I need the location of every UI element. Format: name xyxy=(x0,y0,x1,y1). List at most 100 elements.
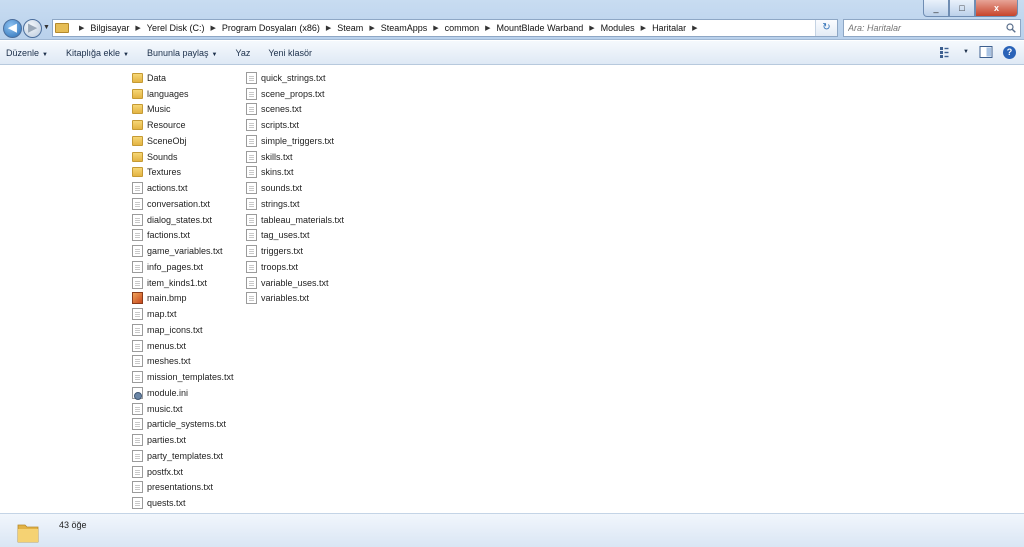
maximize-button[interactable]: □ xyxy=(949,0,975,17)
file-item[interactable]: main.bmp xyxy=(132,291,234,307)
breadcrumb-separator-icon[interactable]: ▶ xyxy=(641,24,646,32)
item-name: variables.txt xyxy=(261,293,310,304)
back-button[interactable]: ◀ xyxy=(3,19,22,38)
file-item[interactable]: variable_uses.txt xyxy=(246,275,344,291)
breadcrumb-separator-icon[interactable]: ▶ xyxy=(210,24,215,32)
item-name: mission_templates.txt xyxy=(147,372,234,383)
refresh-button[interactable]: ↻ xyxy=(815,20,837,36)
file-item[interactable]: factions.txt xyxy=(132,228,234,244)
preview-pane-icon[interactable] xyxy=(979,45,993,59)
breadcrumb-item[interactable]: common xyxy=(445,23,480,33)
file-item[interactable]: presentations.txt xyxy=(132,480,234,496)
breadcrumb-item[interactable]: Haritalar xyxy=(652,23,686,33)
new-folder-button[interactable]: Yeni klasör xyxy=(268,48,312,58)
file-item[interactable]: map.txt xyxy=(132,306,234,322)
text-file-icon xyxy=(132,497,143,510)
file-item[interactable]: item_kinds1.txt xyxy=(132,275,234,291)
file-list: Data languages Music Resource SceneObj Sounds… xyxy=(0,66,1024,513)
item-name: presentations.txt xyxy=(147,482,214,493)
text-file-icon xyxy=(132,339,143,352)
add-to-library-menu[interactable]: Kitaplığa ekle ▼ xyxy=(66,48,129,58)
search-icon[interactable] xyxy=(1006,23,1016,33)
file-item[interactable]: strings.txt xyxy=(246,196,344,212)
file-item[interactable]: info_pages.txt xyxy=(132,259,234,275)
file-item[interactable]: variables.txt xyxy=(246,291,344,307)
refresh-icon: ↻ xyxy=(822,22,831,33)
file-item[interactable]: parties.txt xyxy=(132,432,234,448)
search-input[interactable] xyxy=(848,23,998,33)
breadcrumb-separator-icon[interactable]: ▶ xyxy=(79,24,84,32)
breadcrumb-item[interactable]: SteamApps xyxy=(381,23,428,33)
breadcrumb-separator-icon[interactable]: ▶ xyxy=(589,24,594,32)
burn-button[interactable]: Yaz xyxy=(235,48,250,58)
file-item[interactable]: menus.txt xyxy=(132,338,234,354)
file-item[interactable]: sounds.txt xyxy=(246,180,344,196)
file-item[interactable]: tag_uses.txt xyxy=(246,228,344,244)
folder-item[interactable]: languages xyxy=(132,86,234,102)
file-item[interactable]: music.txt xyxy=(132,401,234,417)
file-item[interactable]: mission_templates.txt xyxy=(132,369,234,385)
recent-pages-dropdown[interactable]: ▼ xyxy=(43,24,50,31)
file-item[interactable]: conversation.txt xyxy=(132,196,234,212)
file-item[interactable]: simple_triggers.txt xyxy=(246,133,344,149)
breadcrumb-item[interactable]: Yerel Disk (C:) xyxy=(147,23,205,33)
help-icon[interactable]: ? xyxy=(1003,45,1016,59)
image-file-icon xyxy=(132,292,143,305)
file-item[interactable]: module.ini xyxy=(132,385,234,401)
breadcrumb-separator-icon[interactable]: ▶ xyxy=(135,24,140,32)
item-name: game_variables.txt xyxy=(147,246,223,257)
file-item[interactable]: scene_props.txt xyxy=(246,86,344,102)
file-item[interactable]: particle_systems.txt xyxy=(132,417,234,433)
file-item[interactable]: quests.txt xyxy=(132,495,234,511)
item-name: postfx.txt xyxy=(147,466,184,477)
address-bar[interactable]: ▶ Bilgisayar ▶ Yerel Disk (C:) ▶ Program Dosy… xyxy=(52,19,838,37)
breadcrumb-item[interactable]: Program Dosyaları (x86) xyxy=(222,23,320,33)
folder-item[interactable]: Resource xyxy=(132,117,234,133)
folder-item[interactable]: Textures xyxy=(132,165,234,181)
text-file-icon xyxy=(132,465,143,478)
file-item[interactable]: quick_strings.txt xyxy=(246,70,344,86)
file-column-2: quick_strings.txt scene_props.txt scenes.t… xyxy=(246,70,344,306)
file-item[interactable]: scripts.txt xyxy=(246,117,344,133)
breadcrumb-separator-icon[interactable]: ▶ xyxy=(326,24,331,32)
file-item[interactable]: actions.txt xyxy=(132,180,234,196)
organize-menu[interactable]: Düzenle ▼ xyxy=(6,48,48,58)
file-item[interactable]: skins.txt xyxy=(246,165,344,181)
command-bar: Düzenle ▼ Kitaplığa ekle ▼ Bununla paylaş ▼… xyxy=(0,41,1024,65)
breadcrumb-item[interactable]: Steam xyxy=(337,23,363,33)
file-item[interactable]: troops.txt xyxy=(246,259,344,275)
breadcrumb-separator-icon[interactable]: ▶ xyxy=(369,24,374,32)
forward-button[interactable]: ▶ xyxy=(23,19,42,38)
item-name: scene_props.txt xyxy=(261,88,325,99)
breadcrumb-item[interactable]: MountBlade Warband xyxy=(497,23,584,33)
breadcrumb-item[interactable]: Modules xyxy=(601,23,635,33)
text-file-icon xyxy=(132,402,143,415)
view-options-icon[interactable] xyxy=(939,45,953,59)
folder-icon xyxy=(132,151,143,162)
file-item[interactable]: game_variables.txt xyxy=(132,243,234,259)
item-name: Textures xyxy=(147,167,182,178)
folder-item[interactable]: Sounds xyxy=(132,149,234,165)
minimize-button[interactable]: _ xyxy=(923,0,949,17)
breadcrumb-separator-icon[interactable]: ▶ xyxy=(692,24,697,32)
file-item[interactable]: triggers.txt xyxy=(246,243,344,259)
file-item[interactable]: map_icons.txt xyxy=(132,322,234,338)
folder-item[interactable]: Music xyxy=(132,102,234,118)
close-button[interactable]: x xyxy=(975,0,1018,17)
text-file-icon xyxy=(246,119,257,132)
file-item[interactable]: party_templates.txt xyxy=(132,448,234,464)
folder-item[interactable]: Data xyxy=(132,70,234,86)
breadcrumb-item[interactable]: Bilgisayar xyxy=(90,23,129,33)
share-with-menu[interactable]: Bununla paylaş ▼ xyxy=(147,48,218,58)
breadcrumb-separator-icon[interactable]: ▶ xyxy=(433,24,438,32)
text-file-icon xyxy=(132,245,143,258)
file-item[interactable]: postfx.txt xyxy=(132,464,234,480)
folder-item[interactable]: SceneObj xyxy=(132,133,234,149)
file-item[interactable]: dialog_states.txt xyxy=(132,212,234,228)
file-item[interactable]: meshes.txt xyxy=(132,354,234,370)
file-item[interactable]: scenes.txt xyxy=(246,102,344,118)
file-item[interactable]: skills.txt xyxy=(246,149,344,165)
breadcrumb-separator-icon[interactable]: ▶ xyxy=(485,24,490,32)
file-item[interactable]: tableau_materials.txt xyxy=(246,212,344,228)
chevron-down-icon[interactable]: ▼ xyxy=(963,49,969,55)
